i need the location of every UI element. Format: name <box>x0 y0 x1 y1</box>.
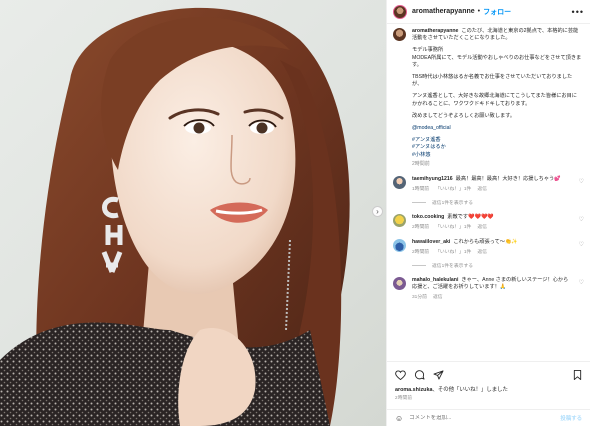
post-header: aromatherapyanne • フォロー ••• <box>387 0 590 24</box>
comment-item: mahalo_halekulani きゃー、Anne さまの新しいステージ！心から… <box>393 277 584 301</box>
comment-username[interactable]: mahalo_halekulani <box>412 277 458 283</box>
hashtag-link[interactable]: #小林悠 <box>412 152 582 159</box>
post-date: 2時間前 <box>395 395 413 400</box>
comments-scroll-area[interactable]: aromatherapyanne このたび、北海道と東京の2拠点で、本格的に芸能活… <box>387 24 590 361</box>
post-comment-button[interactable]: 投稿する <box>560 414 582 422</box>
heart-icon[interactable]: ♡ <box>579 241 584 248</box>
portrait-image <box>0 7 350 426</box>
liked-by-user[interactable]: aroma.shizuka <box>395 387 432 393</box>
follow-button[interactable]: フォロー <box>483 7 511 17</box>
caption-username[interactable]: aromatherapyanne <box>412 28 458 34</box>
comment-likes[interactable]: 「いいね！」1件 <box>435 224 471 231</box>
avatar[interactable] <box>393 214 406 228</box>
heart-icon[interactable]: ♡ <box>579 178 584 185</box>
caption-body: aromatherapyanne このたび、北海道と東京の2拠点で、本格的に芸能活… <box>412 28 582 168</box>
add-comment-bar: ☺ 投稿する <box>387 409 590 426</box>
bookmark-icon[interactable] <box>573 370 582 380</box>
reply-button[interactable]: 返信 <box>477 224 487 231</box>
post-side-panel: aromatherapyanne • フォロー ••• aromatherapy… <box>386 0 590 426</box>
post-footer: aroma.shizuka、その他「いいね！」しました 2時間前 ☺ 投稿する <box>387 361 590 426</box>
avatar[interactable] <box>393 28 406 41</box>
avatar[interactable] <box>393 239 406 253</box>
replies-divider <box>412 265 426 267</box>
heart-icon[interactable]: ♡ <box>579 216 584 223</box>
comment-text: これからも頑張って〜👏✨ <box>453 239 518 246</box>
caption-time: 2時間前 <box>412 160 430 167</box>
comment-time: 2時間前 <box>412 225 430 231</box>
reply-button[interactable]: 返信 <box>477 249 487 256</box>
next-slide-icon[interactable]: › <box>372 206 383 217</box>
view-replies-label[interactable]: 返信1件を表示する <box>432 262 473 269</box>
caption-text: 改めましてどうぞよろしくお願い致します。 <box>412 112 516 119</box>
separator-dot: • <box>477 8 481 15</box>
comment-time: 31分前 <box>412 295 427 301</box>
avatar[interactable] <box>393 277 406 291</box>
comment-username[interactable]: taemihyung1216 <box>412 176 453 182</box>
more-horizontal-icon[interactable]: ••• <box>572 7 584 17</box>
comment-text: 素敵です❤️❤️❤️❤️ <box>447 214 494 221</box>
comment-time: 2時間前 <box>412 250 430 256</box>
comment-username[interactable]: toko.cooking <box>412 214 444 220</box>
comment-text: 最高！最高！最高！大好き！応援しちゃう💕 <box>455 176 561 183</box>
avatar[interactable] <box>393 4 407 19</box>
caption-text: TBS時代は小林悠はるか名義でお仕事をさせていただいておりましたが、 <box>412 74 573 88</box>
view-replies[interactable]: 返信1件を表示する <box>412 199 584 206</box>
post-username[interactable]: aromatherapyanne <box>412 8 475 15</box>
comment-item: toko.cooking 素敵です❤️❤️❤️❤️ 2時間前 「いいね！」1件 返… <box>393 214 584 231</box>
comment-likes[interactable]: 「いいね！」1件 <box>435 249 471 256</box>
caption-text: アンヌ遙香として、大好きな故郷北海道にてこうしてまた皆様にお目にかかれることに、… <box>412 93 577 107</box>
comment-input[interactable] <box>409 415 530 421</box>
comment-username[interactable]: hawaiilover_aki <box>412 239 450 245</box>
view-replies[interactable]: 返信1件を表示する <box>412 262 584 269</box>
reply-button[interactable]: 返信 <box>477 186 487 193</box>
comment-likes[interactable]: 「いいね！」1件 <box>435 186 471 193</box>
liked-by-text[interactable]: 、その他「いいね！」しました <box>432 387 507 393</box>
action-bar <box>387 362 590 382</box>
share-icon[interactable] <box>433 370 444 380</box>
comment-item: taemihyung1216 最高！最高！最高！大好き！応援しちゃう💕 1時間前 … <box>393 176 584 193</box>
hashtag-link[interactable]: #アンヌはるか <box>412 144 582 151</box>
comment-icon[interactable] <box>414 370 425 380</box>
replies-divider <box>412 202 426 204</box>
caption-text: モデル事務所 MODEA所属にて、モデル活動やおしゃべりのお仕事などをさせて頂き… <box>412 47 582 68</box>
avatar[interactable] <box>393 176 406 190</box>
caption: aromatherapyanne このたび、北海道と東京の2拠点で、本格的に芸能活… <box>393 28 584 168</box>
heart-icon[interactable] <box>395 370 406 380</box>
likes-summary: aroma.shizuka、その他「いいね！」しました <box>387 382 590 393</box>
emoji-icon[interactable]: ☺ <box>395 414 403 423</box>
comment-item: hawaiilover_aki これからも頑張って〜👏✨ 2時間前 「いいね！」1… <box>393 239 584 256</box>
heart-icon[interactable]: ♡ <box>579 279 584 286</box>
post-photo[interactable]: › <box>0 0 386 426</box>
reply-button[interactable]: 返信 <box>433 294 443 301</box>
comment-time: 1時間前 <box>412 187 430 193</box>
mention-link[interactable]: @modea_official <box>412 125 451 131</box>
view-replies-label[interactable]: 返信1件を表示する <box>432 199 473 206</box>
